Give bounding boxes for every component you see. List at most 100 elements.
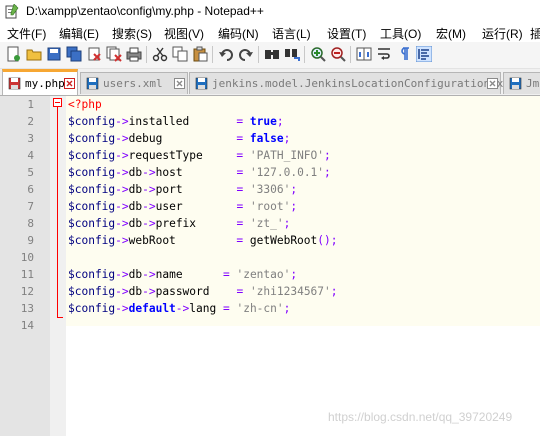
code-token: db: [128, 217, 143, 230]
find-icon[interactable]: [264, 46, 280, 62]
tab-close-icon[interactable]: [487, 78, 498, 89]
code-line[interactable]: $config->db->prefix = 'zt_';: [68, 217, 290, 230]
redo-icon[interactable]: [238, 46, 254, 62]
copy-icon[interactable]: [172, 46, 188, 62]
saved-file-icon: [195, 77, 208, 90]
code-line[interactable]: $config->requestType = 'PATH_INFO';: [68, 149, 331, 162]
menu-plugins[interactable]: 插: [530, 25, 540, 42]
code-token: getWebRoot: [243, 234, 318, 247]
code-token: $config: [68, 234, 116, 247]
code-token: db: [128, 166, 143, 179]
undo-icon[interactable]: [218, 46, 234, 62]
sync-scroll-icon[interactable]: [356, 46, 372, 62]
code-line[interactable]: $config->default->lang = 'zh-cn';: [68, 302, 290, 315]
code-line[interactable]: <?php: [68, 98, 102, 111]
code-line[interactable]: $config->db->password = 'zhi1234567';: [68, 285, 338, 298]
code-token: ->: [142, 200, 156, 213]
menu-macro[interactable]: 宏(M): [436, 25, 466, 42]
code-token: =: [222, 268, 230, 281]
line-number: 11: [20, 268, 34, 281]
code-token: ;: [324, 166, 331, 179]
code-line[interactable]: $config->db->user = 'root';: [68, 200, 297, 213]
code-line[interactable]: $config->db->port = '3306';: [68, 183, 297, 196]
code-token: db: [128, 200, 143, 213]
tab-close-icon[interactable]: [64, 78, 75, 89]
save-icon[interactable]: [46, 46, 62, 62]
code-token: ->: [115, 302, 129, 315]
menu-view[interactable]: 视图(V): [164, 25, 204, 42]
open-file-icon[interactable]: [26, 46, 42, 62]
notepad-plus-plus-icon: [5, 4, 19, 19]
menu-encoding[interactable]: 编码(N): [218, 25, 259, 42]
print-icon[interactable]: [126, 46, 142, 62]
word-wrap-icon[interactable]: [376, 46, 392, 62]
tab-jmeter[interactable]: Jmete: [503, 72, 540, 94]
cut-icon[interactable]: [152, 46, 168, 62]
menu-run[interactable]: 运行(R): [482, 25, 523, 42]
code-token: default: [128, 302, 176, 315]
zoom-in-icon[interactable]: [310, 46, 326, 62]
save-all-icon[interactable]: [66, 46, 82, 62]
code-line[interactable]: $config->webRoot = getWebRoot();: [68, 234, 337, 247]
code-token: ;: [330, 285, 338, 298]
code-line[interactable]: $config->installed = true;: [68, 115, 284, 128]
line-number-gutter: 1 2 3 4 5 6 7 8 9 10 11 12 13 14: [0, 96, 50, 436]
code-token: ->: [142, 166, 156, 179]
zoom-out-icon[interactable]: [330, 46, 346, 62]
tab-label: users.xml: [103, 77, 163, 90]
toolbar-separator: [212, 46, 213, 63]
toolbar-separator: [146, 46, 147, 63]
code-token: db: [128, 268, 143, 281]
code-token: ->: [115, 132, 129, 145]
code-token: requestType: [128, 149, 237, 162]
menu-language[interactable]: 语言(L): [272, 25, 311, 42]
code-token: ->: [142, 183, 156, 196]
line-number: 6: [27, 183, 34, 196]
menu-settings[interactable]: 设置(T): [327, 25, 366, 42]
code-token: 'PATH_INFO': [249, 149, 325, 162]
close-all-icon[interactable]: [106, 46, 122, 62]
code-token: lang: [189, 302, 223, 315]
menu-edit[interactable]: 编辑(E): [59, 25, 99, 42]
code-token: ->: [115, 115, 129, 128]
line-number: 4: [27, 149, 34, 162]
replace-icon[interactable]: [284, 46, 300, 62]
menu-file[interactable]: 文件(F): [7, 25, 46, 42]
paste-icon[interactable]: [192, 46, 208, 62]
close-icon[interactable]: [86, 46, 102, 62]
tab-users-xml[interactable]: users.xml: [80, 72, 188, 94]
code-token: host: [155, 166, 237, 179]
code-token: $config: [68, 149, 116, 162]
tab-jenkins-config-xml[interactable]: jenkins.model.JenkinsLocationConfigurati…: [189, 72, 517, 94]
editor-area[interactable]: 1 2 3 4 5 6 7 8 9 10 11 12 13 14 <?php $config->instal…: [0, 96, 540, 436]
fold-collapse-icon[interactable]: [53, 98, 62, 107]
code-line[interactable]: $config->db->host = '127.0.0.1';: [68, 166, 331, 179]
line-number: 8: [27, 217, 34, 230]
code-token: '127.0.0.1': [249, 166, 325, 179]
code-token: webRoot: [128, 234, 237, 247]
tab-my-php[interactable]: my.php: [2, 69, 78, 95]
saved-file-icon: [86, 77, 99, 90]
code-token: ->: [115, 166, 129, 179]
code-token: installed: [128, 115, 237, 128]
indent-guide-icon[interactable]: [416, 46, 432, 62]
fold-range-end: [57, 317, 63, 318]
title-bar: D:\xampp\zentao\config\my.php - Notepad+…: [0, 0, 540, 24]
code-token: ->: [115, 149, 129, 162]
code-token: ;: [283, 302, 291, 315]
menu-tools[interactable]: 工具(O): [380, 25, 421, 42]
new-file-icon[interactable]: [5, 46, 21, 62]
toolbar-separator: [350, 46, 351, 63]
fold-margin[interactable]: [50, 96, 66, 436]
code-line[interactable]: $config->debug = false;: [68, 132, 290, 145]
tab-close-icon[interactable]: [174, 78, 185, 89]
tab-label: my.php: [25, 77, 65, 90]
menu-search[interactable]: 搜索(S): [112, 25, 152, 42]
show-all-chars-icon[interactable]: [396, 46, 412, 62]
code-line[interactable]: $config->db->name = 'zentao';: [68, 268, 297, 281]
line-number: 5: [27, 166, 34, 179]
